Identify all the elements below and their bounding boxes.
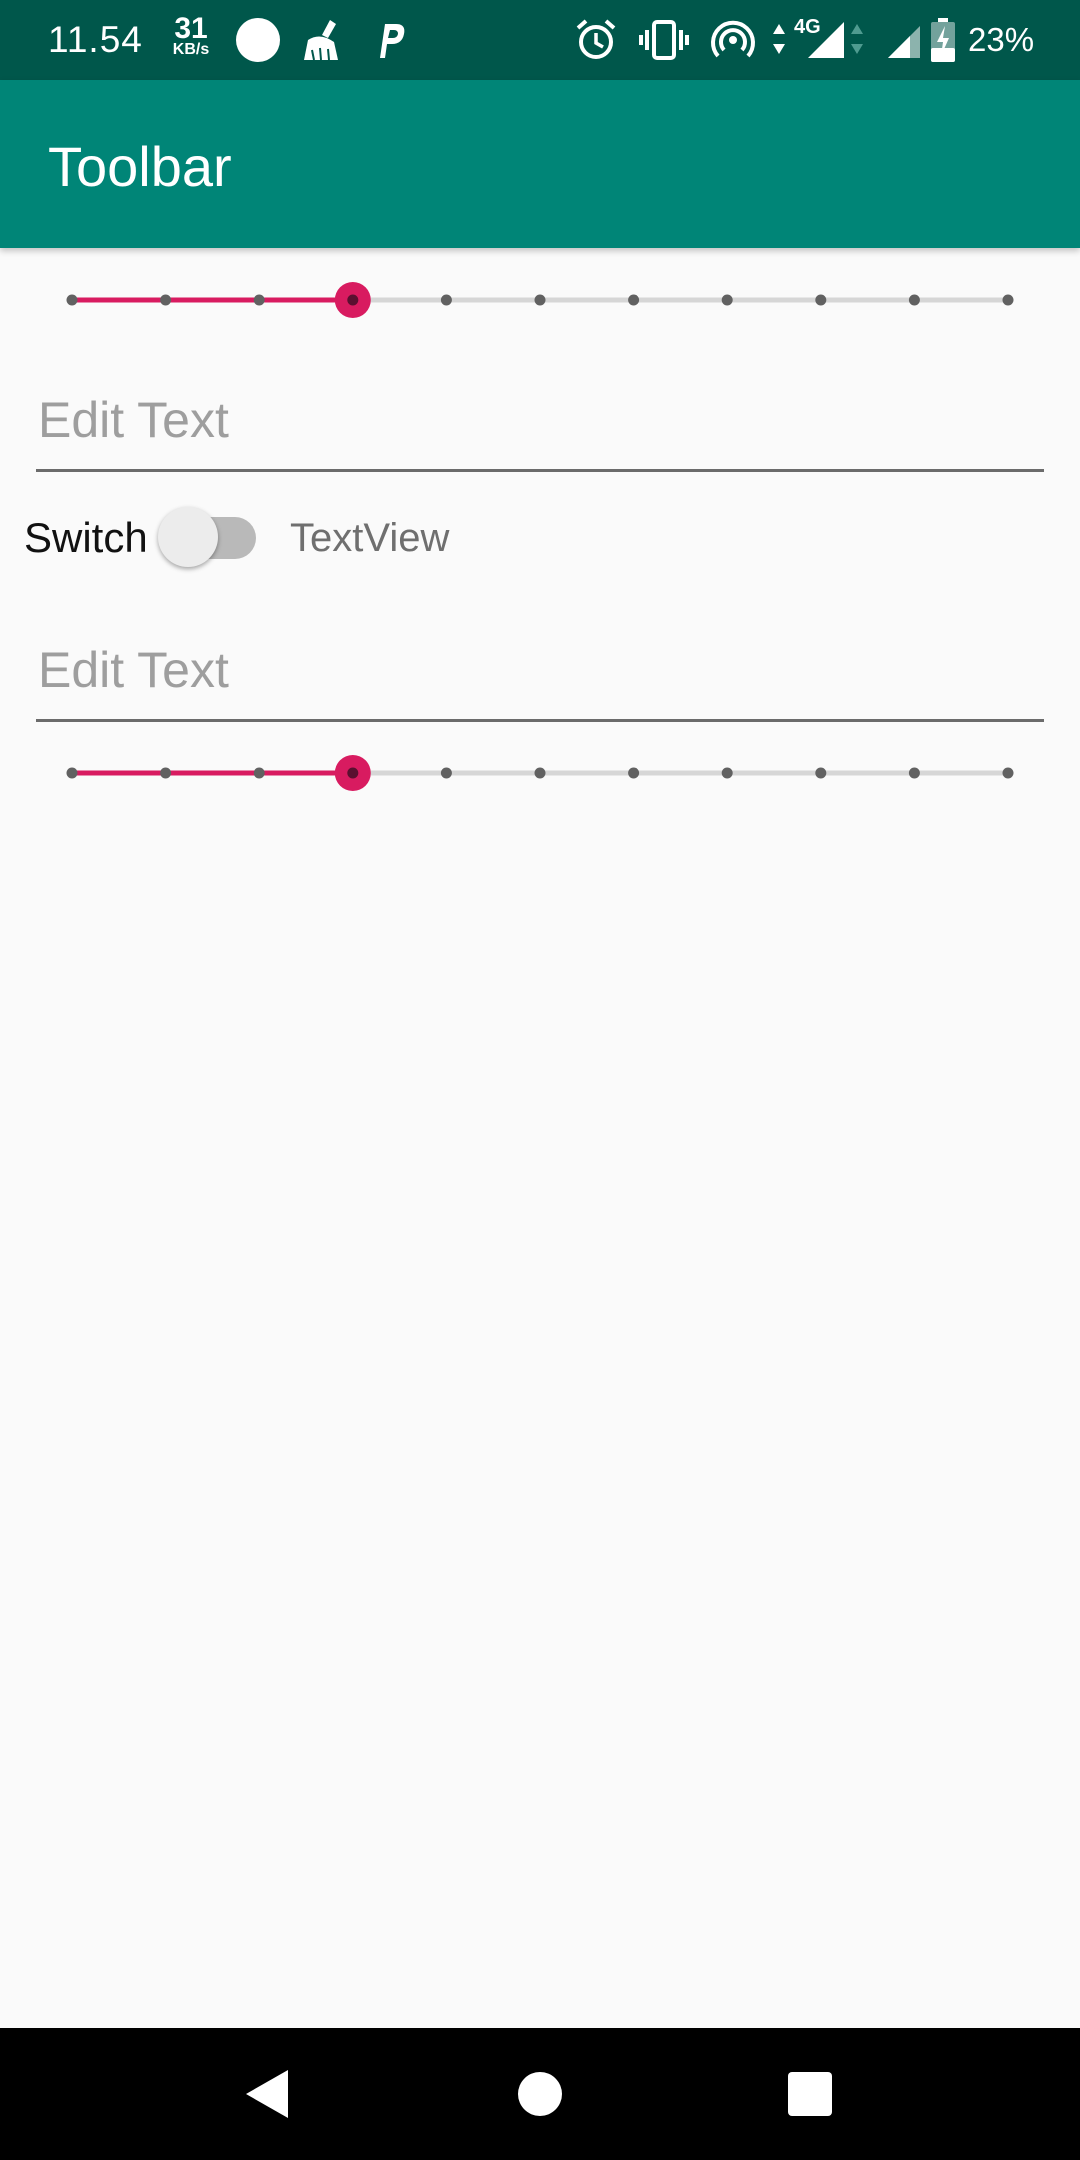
seekbar-bottom-graphic (66, 755, 1014, 791)
seekbar-tick (253, 767, 265, 779)
edit-text-input-2[interactable] (36, 626, 1044, 714)
seekbar-tick (815, 767, 827, 779)
seekbar-tick (66, 767, 78, 779)
seekbar-thumb-tick (347, 767, 359, 779)
signal-icon (808, 22, 844, 58)
seekbar-tick (908, 294, 920, 306)
net-speed-value: 31 (174, 12, 208, 45)
seekbar-tick (440, 294, 452, 306)
seekbar-tick (721, 767, 733, 779)
hotspot-icon (711, 20, 755, 58)
seekbar-tick (534, 767, 546, 779)
recents-icon[interactable] (780, 2064, 840, 2124)
switch-label: Switch (24, 514, 148, 561)
signal-icon (888, 26, 920, 58)
seekbar-tick (534, 294, 546, 306)
toolbar-title: Toolbar (48, 135, 232, 198)
net-speed: 31 KB/s (168, 14, 214, 58)
edit-text-underline-2 (36, 719, 1044, 722)
seekbar-tick (440, 767, 452, 779)
alarm-icon (576, 19, 616, 59)
text-view: TextView (290, 516, 450, 560)
seekbar-tick (1002, 294, 1014, 306)
switch-row: Switch TextView (0, 500, 1080, 576)
battery-percent: 23% (968, 21, 1035, 58)
seekbar-top[interactable] (0, 270, 1080, 330)
circle-notification-icon (236, 18, 280, 62)
seekbar-thumb-tick (347, 294, 359, 306)
toolbar: Toolbar (0, 80, 1080, 248)
vibrate-icon (639, 20, 689, 60)
seekbar-tick (628, 767, 640, 779)
edit-text-input-1[interactable] (36, 376, 1044, 464)
edit-text-field-1[interactable] (36, 376, 1044, 472)
seekbar-tick (721, 294, 733, 306)
seekbar-top-graphic (66, 282, 1014, 318)
data-arrows-icon (773, 24, 785, 54)
switch-toggle-thumb[interactable] (158, 507, 218, 567)
parking-icon (380, 24, 405, 58)
status-time: 11.54 (48, 19, 143, 60)
seekbar-tick (253, 294, 265, 306)
cleaner-icon (304, 20, 338, 61)
back-icon[interactable] (238, 2064, 298, 2124)
navigation-bar (0, 2028, 1080, 2160)
seekbar-tick (815, 294, 827, 306)
data-arrows-icon (851, 24, 863, 54)
home-icon[interactable] (510, 2064, 570, 2124)
seekbar-tick (1002, 767, 1014, 779)
seekbar-tick (160, 767, 172, 779)
edit-text-underline-1 (36, 469, 1044, 472)
status-bar: 11.54 31 KB/s 4G 23% (0, 0, 1080, 80)
seekbar-bottom[interactable] (0, 743, 1080, 803)
seekbar-tick (66, 294, 78, 306)
edit-text-field-2[interactable] (36, 626, 1044, 722)
seekbar-tick (628, 294, 640, 306)
battery-charging-icon (931, 18, 955, 62)
seekbar-tick (908, 767, 920, 779)
net-speed-unit: KB/s (172, 41, 210, 58)
seekbar-tick (160, 294, 172, 306)
